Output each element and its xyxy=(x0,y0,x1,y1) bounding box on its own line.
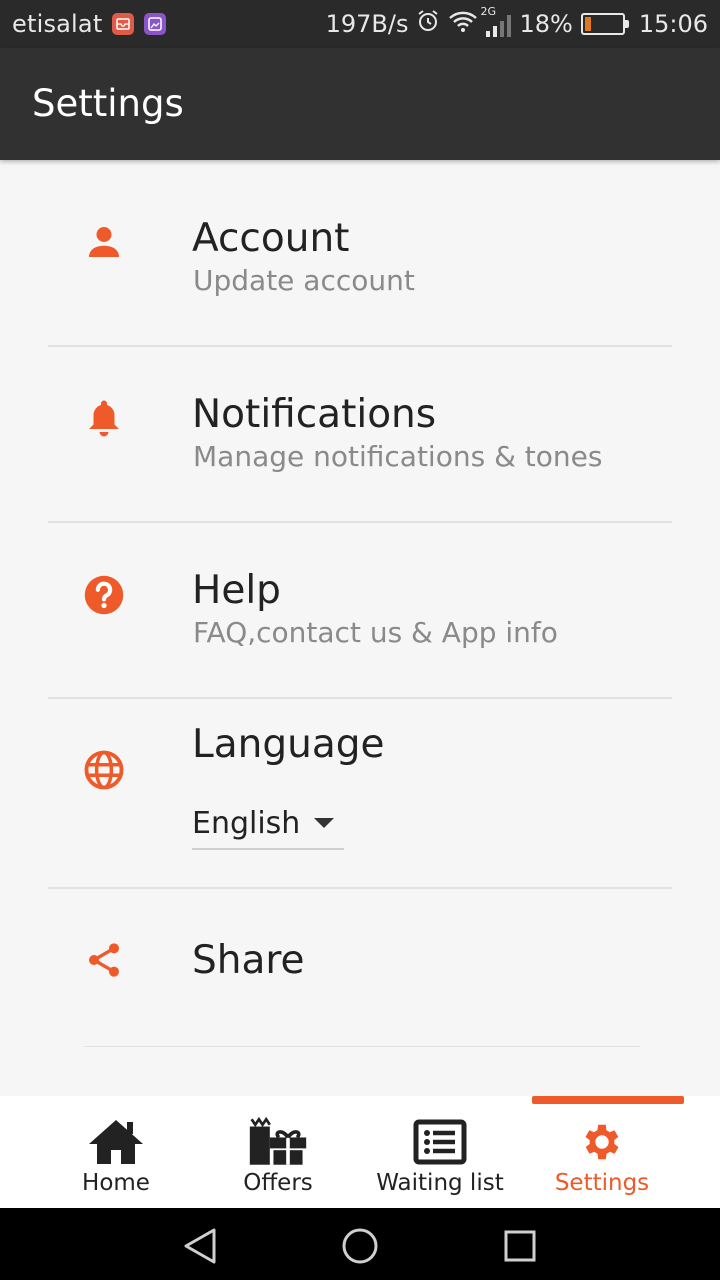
carrier-name: etisalat xyxy=(12,10,103,38)
language-selected-value: English xyxy=(192,805,301,841)
nav-label: Waiting list xyxy=(376,1170,504,1196)
bell-icon xyxy=(80,393,128,441)
help-icon xyxy=(80,571,128,619)
battery-icon xyxy=(580,13,629,35)
chevron-down-icon xyxy=(314,818,335,828)
settings-item-title: Share xyxy=(192,938,305,983)
bottom-navigation: Home Offers Waiting list Settings xyxy=(0,1096,720,1208)
divider xyxy=(84,1046,640,1047)
gift-icon xyxy=(248,1116,308,1168)
clock: 15:06 xyxy=(638,10,708,38)
settings-item-subtitle: Manage notifications & tones xyxy=(193,440,603,473)
app-bar: Settings xyxy=(0,48,720,160)
settings-item-subtitle: FAQ,contact us & App info xyxy=(193,616,558,649)
battery-percent: 18% xyxy=(519,10,573,38)
language-dropdown[interactable]: English xyxy=(192,798,344,850)
recent-apps-button[interactable] xyxy=(500,1226,540,1266)
nav-label: Offers xyxy=(243,1170,313,1196)
settings-item-title: Help xyxy=(192,568,281,613)
wifi-icon xyxy=(448,9,478,39)
page-title: Settings xyxy=(32,82,184,125)
settings-item-account[interactable]: Account Update account xyxy=(0,160,720,346)
settings-item-help[interactable]: Help FAQ,contact us & App info xyxy=(0,523,720,698)
nav-home[interactable]: Home xyxy=(36,1096,196,1208)
settings-item-notifications[interactable]: Notifications Manage notifications & ton… xyxy=(0,347,720,522)
cell-signal-icon: 2G xyxy=(480,5,512,37)
person-icon xyxy=(80,218,128,266)
globe-icon xyxy=(80,746,128,794)
network-type: 2G xyxy=(480,5,497,18)
settings-item-title: Language xyxy=(192,722,385,767)
gallery-notification-icon xyxy=(144,13,167,35)
status-bar: etisalat 197B/s 2G 18% 15:06 xyxy=(0,0,720,48)
settings-item-title: Account xyxy=(192,216,350,261)
nav-label: Home xyxy=(82,1170,150,1196)
share-icon xyxy=(80,936,128,984)
back-button[interactable] xyxy=(180,1226,220,1266)
system-navigation-bar xyxy=(0,1208,720,1280)
alarm-icon xyxy=(416,9,440,39)
network-speed: 197B/s xyxy=(325,10,409,38)
mail-notification-icon xyxy=(112,13,135,35)
nav-settings[interactable]: Settings xyxy=(522,1096,682,1208)
nav-waiting-list[interactable]: Waiting list xyxy=(360,1096,520,1208)
nav-label: Settings xyxy=(554,1170,650,1196)
home-icon xyxy=(86,1116,146,1168)
settings-item-subtitle: Update account xyxy=(193,264,415,297)
gear-icon xyxy=(572,1116,632,1168)
settings-item-title: Notifications xyxy=(192,392,437,437)
home-system-button[interactable] xyxy=(340,1226,380,1266)
settings-item-language: Language xyxy=(0,699,720,887)
settings-item-share[interactable]: Share xyxy=(0,889,720,1047)
list-icon xyxy=(410,1116,470,1168)
nav-offers[interactable]: Offers xyxy=(198,1096,358,1208)
